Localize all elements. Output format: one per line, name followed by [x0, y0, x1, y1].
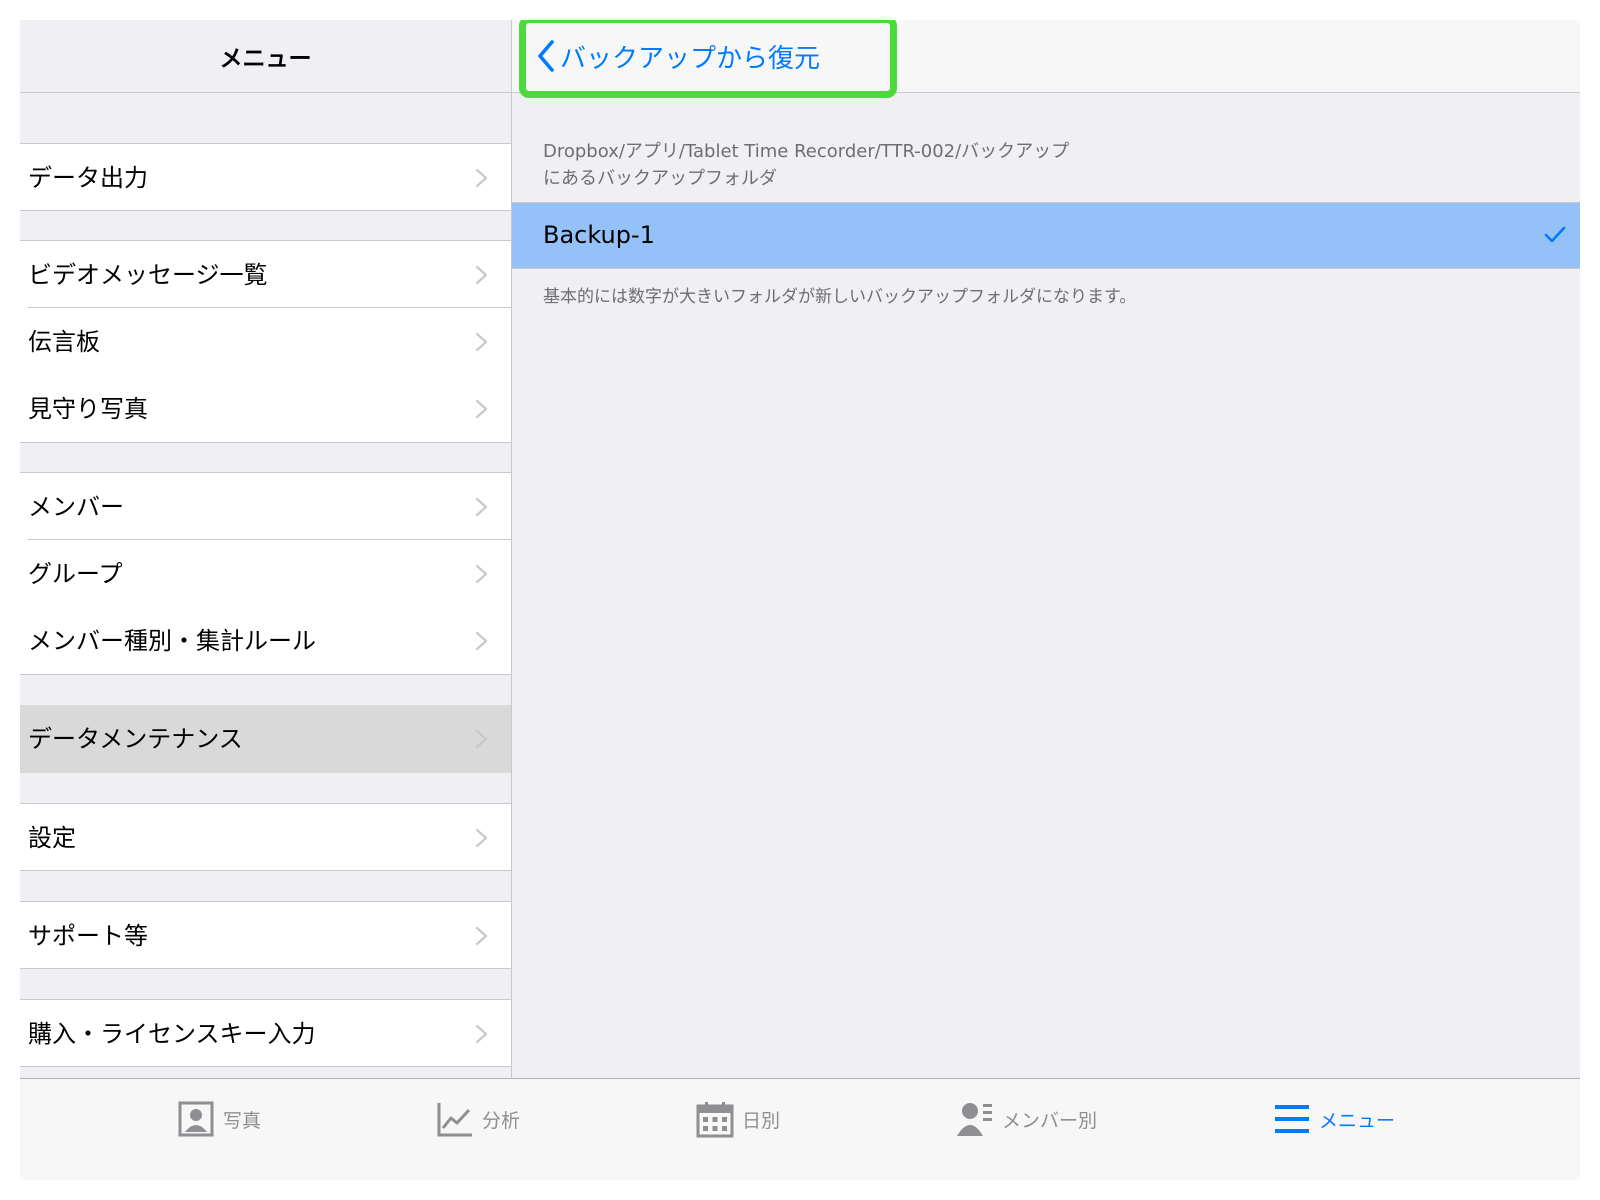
tab-label: 写真 [223, 1109, 262, 1132]
backup-folder-row[interactable]: Backup-1 [512, 202, 1580, 269]
chevron-left-icon [538, 40, 554, 72]
menu-item-data-maintenance[interactable]: データメンテナンス [20, 705, 511, 773]
section-header-line1: Dropbox/アプリ/Tablet Time Recorder/TTR-002… [543, 141, 1070, 162]
chevron-right-icon [475, 168, 488, 188]
menu-item-label: 購入・ライセンスキー入力 [28, 1020, 316, 1048]
tab-label: 日別 [742, 1109, 781, 1132]
menu-item-member-types-rules[interactable]: メンバー種別・集計ルール [20, 607, 511, 675]
back-button-label: バックアップから復元 [560, 43, 821, 74]
tab-label: メンバー別 [1002, 1109, 1098, 1132]
section-header-line2: にあるバックアップフォルダ [543, 168, 777, 189]
checkmark-icon [1544, 226, 1566, 243]
chevron-right-icon [475, 497, 488, 517]
chevron-right-icon [475, 926, 488, 946]
backup-folder-label: Backup-1 [543, 221, 655, 249]
menu-item-support[interactable]: サポート等 [20, 901, 511, 969]
menu-nav-bar: メニュー [20, 20, 511, 93]
tab-menu[interactable]: メニュー [1273, 1079, 1395, 1159]
tab-photos[interactable]: 写真 [177, 1079, 261, 1159]
chevron-right-icon [475, 1024, 488, 1044]
chevron-right-icon [475, 564, 488, 584]
tab-daily[interactable]: 日別 [696, 1079, 780, 1159]
menu-item-members[interactable]: メンバー [20, 472, 511, 540]
chevron-right-icon [475, 828, 488, 848]
chevron-right-icon [475, 332, 488, 352]
menu-item-label: データメンテナンス [28, 725, 243, 753]
menu-item-label: 設定 [28, 824, 76, 852]
section-footer-note: 基本的には数字が大きいフォルダが新しいバックアップフォルダになります。 [543, 287, 1137, 307]
menu-item-groups[interactable]: グループ [20, 540, 511, 608]
menu-item-settings[interactable]: 設定 [20, 803, 511, 871]
tab-analysis[interactable]: 分析 [436, 1079, 520, 1159]
menu-item-video-messages[interactable]: ビデオメッセージ一覧 [20, 240, 511, 308]
menu-item-label: 伝言板 [28, 328, 100, 356]
menu-item-label: ビデオメッセージ一覧 [28, 261, 268, 289]
photo-portrait-icon [178, 1101, 214, 1137]
menu-item-label: サポート等 [28, 922, 148, 950]
chevron-right-icon [475, 265, 488, 285]
tab-bar: 写真 分析 日別 メンバー別 メニュー [20, 1078, 1580, 1180]
menu-item-label: 見守り写真 [28, 395, 148, 423]
chevron-right-icon [475, 631, 488, 651]
chevron-right-icon [475, 399, 488, 419]
section-header: Dropbox/アプリ/Tablet Time Recorder/TTR-002… [543, 138, 1443, 192]
chevron-right-icon [475, 729, 488, 749]
member-list-icon [957, 1103, 992, 1136]
menu-item-label: グループ [28, 560, 123, 588]
menu-item-data-export[interactable]: データ出力 [20, 143, 511, 211]
menu-item-purchase-license[interactable]: 購入・ライセンスキー入力 [20, 999, 511, 1067]
menu-pane: メニュー データ出力 ビデオメッセージ一覧 伝言板 見守り写真 メンバー グルー… [20, 20, 512, 1103]
menu-item-label: メンバー [28, 493, 124, 521]
app-window: メニュー データ出力 ビデオメッセージ一覧 伝言板 見守り写真 メンバー グルー… [20, 20, 1580, 1180]
menu-item-label: メンバー種別・集計ルール [28, 627, 316, 655]
tab-by-member[interactable]: メンバー別 [956, 1079, 1097, 1159]
calendar-icon [696, 1102, 734, 1138]
menu-item-watch-photos[interactable]: 見守り写真 [20, 375, 511, 443]
line-chart-icon [437, 1103, 472, 1137]
tab-label: 分析 [482, 1109, 521, 1132]
hamburger-menu-icon [1275, 1105, 1309, 1133]
menu-item-label: データ出力 [28, 164, 148, 192]
menu-title: メニュー [219, 46, 312, 72]
tab-label: メニュー [1319, 1109, 1396, 1132]
menu-item-message-board[interactable]: 伝言板 [20, 308, 511, 376]
detail-nav-bar: バックアップから復元 [512, 20, 1580, 98]
back-button[interactable]: バックアップから復元 [519, 20, 897, 98]
detail-pane: バックアップから復元 Dropbox/アプリ/Tablet Time Recor… [512, 20, 1580, 1103]
